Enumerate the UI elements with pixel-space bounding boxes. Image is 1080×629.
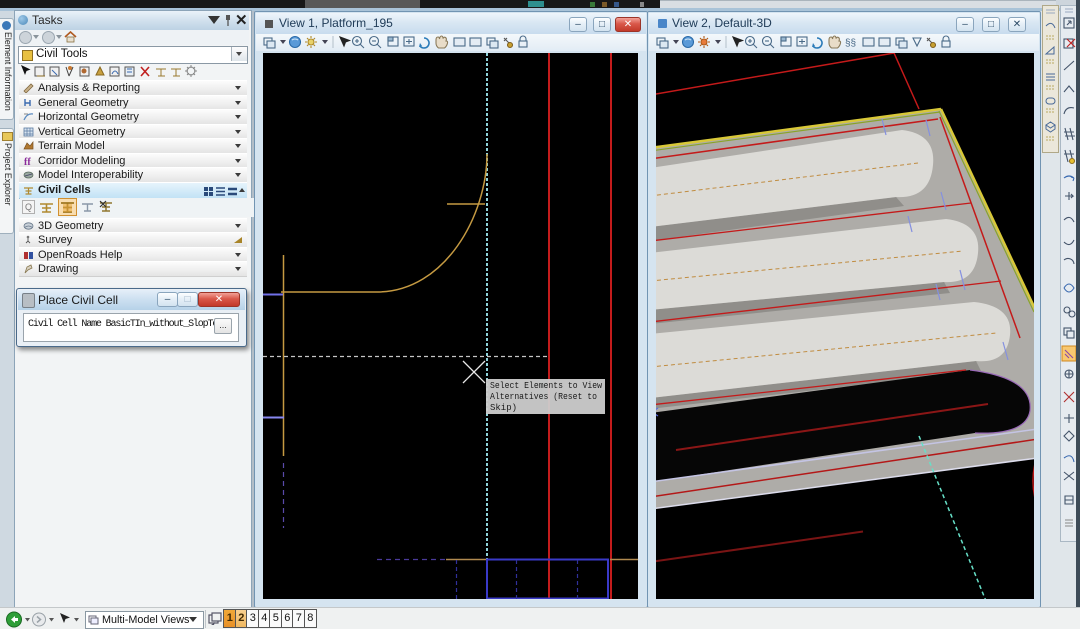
svg-text:Select Elements to View: Select Elements to View (490, 381, 603, 391)
svg-text:Q: Q (25, 202, 32, 212)
svg-text:§§: §§ (845, 38, 856, 49)
svg-text:Alternatives (Reset to: Alternatives (Reset to (490, 392, 597, 402)
svg-text:Skip): Skip) (490, 403, 517, 413)
svg-text:ff: ff (24, 157, 31, 166)
